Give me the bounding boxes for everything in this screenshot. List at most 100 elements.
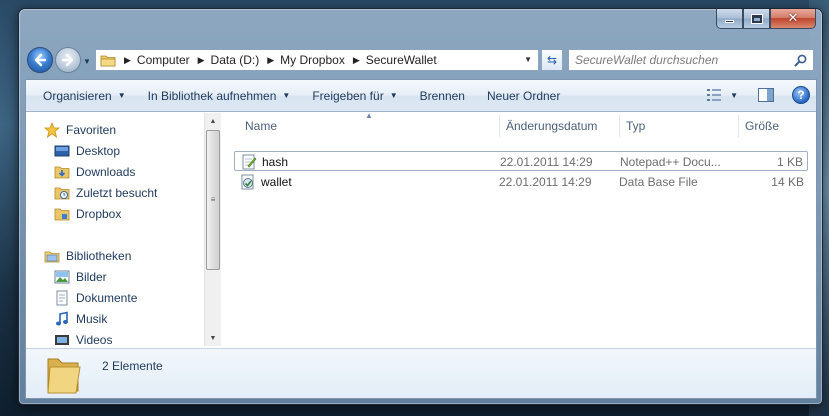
- search-icon[interactable]: [794, 54, 807, 67]
- libraries-icon: [44, 248, 60, 264]
- file-name-cell: wallet: [240, 172, 292, 192]
- navigation-bar: ▼ ▶ Computer ▶ Data (D:) ▶ My Dropbox ▶ …: [25, 47, 817, 75]
- address-history-dropdown-icon[interactable]: ▼: [524, 55, 532, 64]
- scroll-down-arrow-icon[interactable]: ▼: [205, 330, 221, 346]
- nav-item-label: Videos: [76, 333, 113, 346]
- scroll-up-arrow-icon[interactable]: ▲: [205, 113, 221, 129]
- include-in-library-label: In Bibliothek aufnehmen: [147, 88, 277, 103]
- breadcrumb-securewallet[interactable]: SecureWallet: [366, 53, 437, 67]
- nav-item-label: Desktop: [76, 144, 121, 158]
- breadcrumb-separator-icon[interactable]: ▶: [124, 55, 131, 66]
- documents-icon: [54, 290, 70, 306]
- column-header-label: Änderungsdatum: [506, 119, 598, 133]
- libraries-header[interactable]: Bibliotheken: [44, 246, 131, 266]
- new-folder-label: Neuer Ordner: [486, 88, 561, 103]
- nav-item-label: Zuletzt besucht: [76, 186, 158, 200]
- file-size-cell: 14 KB: [771, 175, 804, 189]
- item-count: 2 Elemente: [102, 359, 163, 373]
- large-folder-icon: [47, 358, 81, 394]
- file-list: ▲ Name Änderungsdatum Typ Größe hash 22.…: [222, 111, 816, 346]
- chevron-down-icon: ▼: [117, 91, 126, 100]
- nav-item-downloads[interactable]: Downloads: [54, 162, 135, 182]
- change-view-icon[interactable]: [706, 88, 722, 102]
- column-header-size[interactable]: Größe: [738, 113, 816, 139]
- share-with-label: Freigeben für: [312, 88, 384, 103]
- breadcrumb-data-drive[interactable]: Data (D:): [211, 53, 260, 67]
- details-pane: 2 Elemente: [26, 348, 816, 398]
- share-with-button[interactable]: Freigeben für ▼: [301, 80, 408, 112]
- column-header-date-modified[interactable]: Änderungsdatum: [499, 113, 619, 139]
- grip-icon: ≡: [210, 195, 216, 204]
- nav-item-label: Dropbox: [76, 207, 122, 221]
- search-box[interactable]: [568, 49, 814, 71]
- nav-item-label: Dokumente: [76, 291, 138, 305]
- breadcrumb-separator-icon[interactable]: ▶: [267, 55, 274, 66]
- recent-pages-dropdown[interactable]: ▼: [83, 57, 91, 66]
- favorites-label: Favoriten: [66, 123, 117, 137]
- nav-item-videos[interactable]: Videos: [54, 330, 112, 346]
- maximize-icon: [751, 14, 762, 23]
- folder-icon: [100, 55, 116, 66]
- help-icon[interactable]: ?: [792, 86, 810, 104]
- forward-arrow-icon: [61, 53, 74, 67]
- view-options-chevron-icon[interactable]: ▼: [730, 91, 738, 100]
- file-name: wallet: [261, 175, 292, 189]
- navigation-pane: Favoriten Desktop Downloads Zuletzt besu…: [26, 113, 204, 346]
- nav-item-desktop[interactable]: Desktop: [54, 141, 120, 161]
- file-row-hash[interactable]: hash 22.01.2011 14:29 Notepad++ Docu... …: [234, 151, 808, 171]
- include-in-library-button[interactable]: In Bibliothek aufnehmen ▼: [137, 80, 302, 112]
- minimize-icon: [725, 20, 734, 23]
- column-header-name[interactable]: Name: [238, 113, 500, 139]
- column-header-label: Name: [245, 119, 278, 133]
- column-header-label: Größe: [745, 119, 780, 133]
- file-name-cell: hash: [241, 152, 288, 172]
- close-button[interactable]: ✕: [770, 9, 816, 29]
- breadcrumb-separator-icon[interactable]: ▶: [353, 55, 360, 66]
- scrollbar-thumb[interactable]: ≡: [206, 130, 220, 270]
- nav-item-recent-places[interactable]: Zuletzt besucht: [54, 183, 157, 203]
- file-modified-cell: 22.01.2011 14:29: [500, 155, 593, 169]
- close-icon: ✕: [787, 11, 799, 26]
- back-button[interactable]: [27, 47, 53, 73]
- chevron-down-icon: ▼: [282, 91, 291, 100]
- navigation-pane-scrollbar[interactable]: ▲ ≡ ▼: [204, 113, 221, 346]
- nav-item-music[interactable]: Musik: [54, 309, 107, 329]
- breadcrumb-separator-icon[interactable]: ▶: [198, 55, 205, 66]
- nav-item-dropbox[interactable]: Dropbox: [54, 204, 121, 224]
- column-header-type[interactable]: Typ: [619, 113, 738, 139]
- search-input[interactable]: [575, 53, 790, 67]
- burn-button[interactable]: Brennen: [409, 80, 476, 112]
- preview-pane-icon[interactable]: [758, 88, 774, 102]
- file-size-cell: 1 KB: [776, 155, 803, 169]
- nav-item-label: Downloads: [76, 165, 136, 179]
- organize-label: Organisieren: [43, 88, 112, 103]
- star-icon: [44, 122, 60, 138]
- breadcrumb-my-dropbox[interactable]: My Dropbox: [280, 53, 345, 67]
- file-row-wallet[interactable]: wallet 22.01.2011 14:29 Data Base File 1…: [234, 172, 808, 192]
- maximize-button[interactable]: [743, 9, 770, 29]
- view-controls: ▼ ?: [706, 86, 810, 104]
- back-arrow-icon: [34, 53, 47, 67]
- file-type-cell: Notepad++ Docu...: [620, 155, 721, 169]
- command-bar: Organisieren ▼ In Bibliothek aufnehmen ▼…: [26, 80, 816, 112]
- organize-menu-button[interactable]: Organisieren ▼: [32, 80, 137, 112]
- nav-item-documents[interactable]: Dokumente: [54, 288, 137, 308]
- database-file-icon: [241, 174, 254, 190]
- column-header-label: Typ: [626, 119, 646, 133]
- file-name: hash: [262, 155, 289, 169]
- explorer-window: ✕ ▼ ▶ Computer ▶ Data (D:) ▶ My Dropbox: [18, 8, 823, 405]
- address-bar[interactable]: ▶ Computer ▶ Data (D:) ▶ My Dropbox ▶ Se…: [95, 49, 539, 71]
- breadcrumb-computer[interactable]: Computer: [137, 53, 190, 67]
- favorites-header[interactable]: Favoriten: [44, 120, 116, 140]
- refresh-button[interactable]: ⇆: [541, 49, 563, 71]
- file-type-cell: Data Base File: [619, 175, 698, 189]
- file-modified-cell: 22.01.2011 14:29: [499, 175, 592, 189]
- burn-label: Brennen: [419, 88, 465, 103]
- nav-item-pictures[interactable]: Bilder: [54, 267, 107, 287]
- music-note-icon: [54, 311, 70, 327]
- dropbox-folder-icon: [54, 206, 70, 222]
- chevron-down-icon: ▼: [389, 91, 398, 100]
- minimize-button[interactable]: [716, 9, 743, 29]
- new-folder-button[interactable]: Neuer Ordner: [476, 80, 571, 112]
- forward-button[interactable]: [55, 47, 81, 73]
